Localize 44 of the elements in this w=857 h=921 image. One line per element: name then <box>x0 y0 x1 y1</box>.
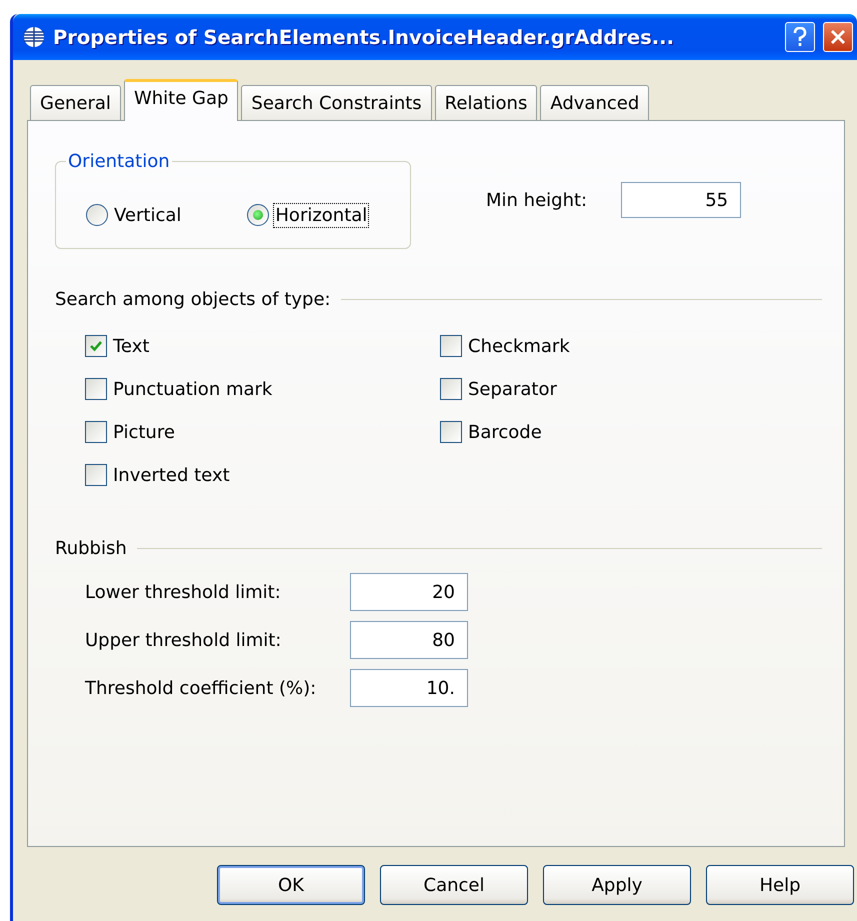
checkbox[interactable] <box>85 464 107 486</box>
help-icon <box>793 27 807 47</box>
checkbox[interactable] <box>440 421 462 443</box>
radio-label[interactable]: Horizontal <box>275 204 368 226</box>
checkbox[interactable] <box>85 378 107 400</box>
tab[interactable]: Relations <box>434 85 538 121</box>
radio-button[interactable] <box>86 204 108 226</box>
field-label: Threshold coefficient (%): <box>85 678 318 698</box>
dialog-button[interactable]: Apply <box>543 865 691 905</box>
checkbox-label[interactable]: Checkmark <box>468 336 570 356</box>
checkbox[interactable] <box>440 335 462 357</box>
checkbox-label[interactable]: Punctuation mark <box>113 378 272 400</box>
help-button[interactable] <box>785 22 815 52</box>
dialog-button[interactable]: Cancel <box>380 865 528 905</box>
tab[interactable]: General <box>30 85 121 121</box>
checkbox-label[interactable]: Barcode <box>468 422 542 442</box>
checkbox[interactable] <box>85 421 107 443</box>
checkbox[interactable] <box>440 378 462 400</box>
close-button[interactable] <box>823 22 853 52</box>
input-field[interactable]: 55 <box>621 182 742 218</box>
input-field[interactable]: 80 <box>350 621 468 659</box>
close-icon <box>830 29 846 45</box>
radio-label[interactable]: Vertical <box>114 204 182 226</box>
app-icon <box>23 26 45 48</box>
dialog-button[interactable]: Help <box>706 865 854 905</box>
input-field[interactable]: 20 <box>350 573 468 611</box>
checkbox-label[interactable]: Picture <box>113 422 175 442</box>
tab[interactable]: White Gap <box>124 79 238 121</box>
checkbox-label[interactable]: Separator <box>468 378 557 400</box>
field-label: Upper threshold limit: <box>85 630 282 650</box>
field-label: Min height: <box>486 190 588 210</box>
section-heading: Rubbish <box>55 538 127 559</box>
checkbox-label[interactable]: Inverted text <box>113 464 230 486</box>
section-heading: Search among objects of type: <box>55 289 331 310</box>
tab[interactable]: Search Constraints <box>241 85 432 121</box>
checkbox-label[interactable]: Text <box>113 336 150 356</box>
window-title: Properties of SearchElements.InvoiceHeader.grAddres... <box>53 26 675 48</box>
group-label: Orientation <box>67 151 171 172</box>
checkbox[interactable] <box>85 335 107 357</box>
field-label: Lower threshold limit: <box>85 582 282 602</box>
tab[interactable]: Advanced <box>540 85 650 121</box>
radio-button[interactable] <box>247 204 270 226</box>
input-field[interactable]: 10. <box>350 669 468 707</box>
dialog-button[interactable]: OK <box>217 865 365 905</box>
